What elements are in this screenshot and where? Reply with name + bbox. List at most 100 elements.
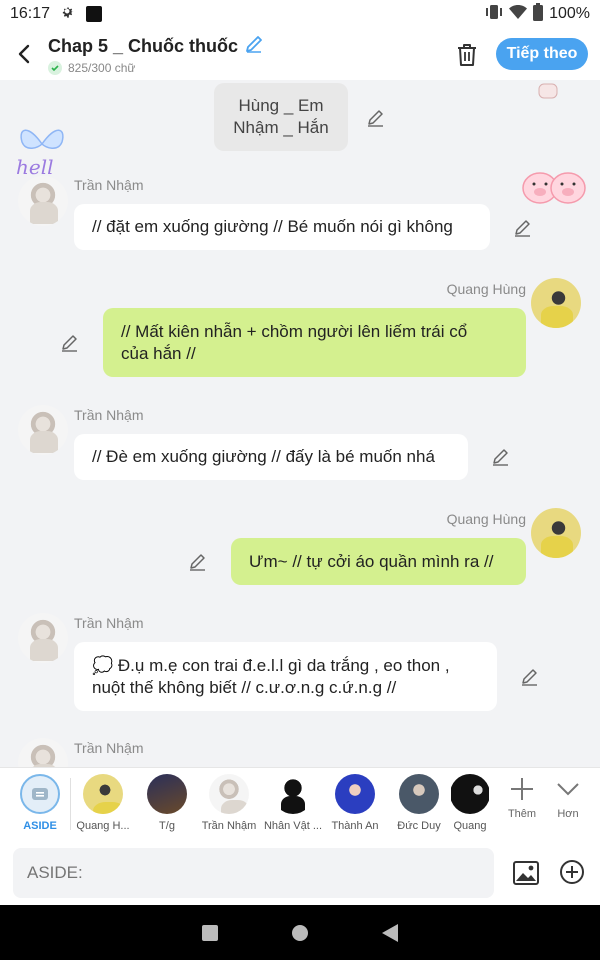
message-input[interactable] [13, 848, 494, 898]
character-avatar [273, 774, 313, 814]
next-button[interactable]: Tiếp theo [496, 38, 588, 70]
square-icon [202, 925, 218, 941]
character-label: Nhân Vật ... [263, 820, 323, 832]
avatar-tran-nham[interactable] [18, 405, 68, 455]
message-bubble[interactable]: // Mất kiên nhẫn + chồm người lên liếm t… [103, 308, 526, 377]
message-text-line-2: nuột thế không biết // c.ư.ơ.n.g c.ứ.n.g… [92, 677, 397, 697]
character-tg[interactable]: T/g [137, 774, 197, 838]
header: Chap 5 _ Chuốc thuốc 825/300 chữ Tiếp th… [0, 28, 600, 80]
recents-button[interactable] [197, 920, 223, 946]
check-icon [48, 60, 62, 75]
more-button[interactable]: Hơn [546, 776, 590, 820]
pig-sticker [520, 160, 590, 212]
sender-name: Quang Hùng [446, 281, 526, 297]
character-avatar [451, 774, 489, 814]
back-nav-button[interactable] [377, 920, 403, 946]
image-button[interactable] [510, 857, 542, 889]
character-quang-hung[interactable]: Quang H... [73, 774, 133, 838]
character-aside[interactable]: ASIDE [10, 774, 70, 838]
system-nav-bar [0, 905, 600, 960]
add-button[interactable] [557, 857, 587, 887]
narration-line-1: Hùng _ Em [238, 96, 324, 115]
aside-icon [20, 774, 60, 814]
sender-name: Trần Nhậm [74, 407, 144, 423]
chevron-down-icon [557, 783, 579, 796]
message-bubble[interactable]: 💭 Đ.ụ m.ẹ con trai đ.e.l.l gì da trắng ,… [74, 642, 497, 711]
plus-circle-icon [560, 860, 584, 884]
avatar-tran-nham[interactable] [18, 613, 68, 663]
message-text: // Đè em xuống giường // đấy là bé muốn … [92, 447, 435, 466]
status-bar: 16:17 100% [0, 0, 600, 28]
vibrate-icon [485, 4, 503, 25]
edit-icon[interactable] [513, 218, 533, 238]
character-avatar [147, 774, 187, 814]
narration-line-2: Nhậm _ Hắn [233, 118, 329, 137]
character-quang[interactable]: Quang [451, 774, 489, 838]
battery-icon [533, 2, 544, 26]
character-duc-duy[interactable]: Đức Duy [389, 774, 449, 838]
avatar-tran-nham[interactable] [18, 176, 68, 226]
avatar-tran-nham[interactable] [18, 738, 68, 767]
character-tran-nham[interactable]: Trần Nhậm [199, 774, 259, 838]
message-bubble[interactable]: Ưm~ // tự cởi áo quần mình ra // [231, 538, 526, 585]
character-avatar [209, 774, 249, 814]
settings-icon [60, 4, 76, 25]
message-bubble[interactable]: // đặt em xuống giường // Bé muốn nói gì… [74, 204, 490, 250]
character-label: Trần Nhậm [201, 820, 257, 832]
message-text: Ưm~ // tự cởi áo quần mình ra // [249, 551, 494, 571]
battery-level: 100% [549, 5, 590, 22]
narration-bubble[interactable]: Hùng _ Em Nhậm _ Hắn [214, 83, 348, 151]
delete-button[interactable] [450, 40, 484, 70]
character-thanh-an[interactable]: Thành An [325, 774, 385, 838]
character-nhan-vat[interactable]: Nhân Vật ... [263, 774, 323, 838]
edit-icon[interactable] [491, 447, 511, 467]
edit-icon[interactable] [366, 108, 386, 128]
character-label: Quang H... [76, 820, 130, 832]
avatar-quang-hung[interactable] [531, 508, 581, 558]
character-avatar [335, 774, 375, 814]
more-label: Hơn [557, 808, 579, 820]
input-row [0, 841, 600, 905]
chapter-title: Chap 5 _ Chuốc thuốc [48, 35, 239, 56]
add-label: Thêm [507, 808, 537, 820]
sticker-text: hell [16, 155, 54, 178]
image-icon [513, 861, 539, 885]
avatar-quang-hung[interactable] [531, 278, 581, 328]
sender-name: Quang Hùng [446, 511, 526, 527]
edit-icon[interactable] [60, 333, 80, 353]
edit-icon[interactable] [520, 667, 540, 687]
wifi-icon [509, 4, 528, 25]
add-character-button[interactable]: Thêm [500, 776, 544, 820]
character-label: Đức Duy [397, 820, 441, 832]
back-arrow-icon [18, 44, 30, 64]
sender-name: Trần Nhậm [74, 740, 144, 756]
character-avatar [399, 774, 439, 814]
character-label: Quang [453, 820, 487, 832]
message-text: // đặt em xuống giường // Bé muốn nói gì… [92, 217, 453, 236]
character-avatar [83, 774, 123, 814]
hell-sticker: hell [14, 114, 70, 179]
character-label: T/g [159, 820, 175, 832]
edit-title-icon[interactable] [244, 34, 264, 59]
sender-name: Trần Nhậm [74, 615, 144, 631]
status-time: 16:17 [10, 5, 51, 22]
sender-name: Trần Nhậm [74, 177, 144, 193]
notification-icon [86, 6, 103, 22]
chat-area[interactable]: hell Hùng _ Em Nhậm _ Hắn Trần Nhậm // đ… [0, 80, 600, 767]
trash-icon [458, 44, 476, 66]
character-label: Thành An [331, 820, 379, 832]
small-sticker [536, 80, 560, 100]
character-label: ASIDE [23, 820, 57, 832]
plus-icon [511, 778, 533, 800]
edit-icon[interactable] [188, 552, 208, 572]
circle-icon [292, 925, 308, 941]
word-count: 825/300 chữ [68, 60, 136, 75]
triangle-back-icon [382, 924, 398, 942]
character-bar: ASIDE Quang H... T/g Trần Nhậm Nhân Vật … [0, 767, 600, 841]
back-button[interactable] [0, 28, 48, 80]
message-bubble[interactable]: // Đè em xuống giường // đấy là bé muốn … [74, 434, 468, 480]
home-button[interactable] [287, 920, 313, 946]
message-text-line-1: 💭 Đ.ụ m.ẹ con trai đ.e.l.l gì da trắng ,… [92, 655, 450, 675]
message-text-line-1: // Mất kiên nhẫn + chồm người lên liếm t… [121, 321, 468, 341]
message-text-line-2: của hắn // [121, 343, 196, 363]
